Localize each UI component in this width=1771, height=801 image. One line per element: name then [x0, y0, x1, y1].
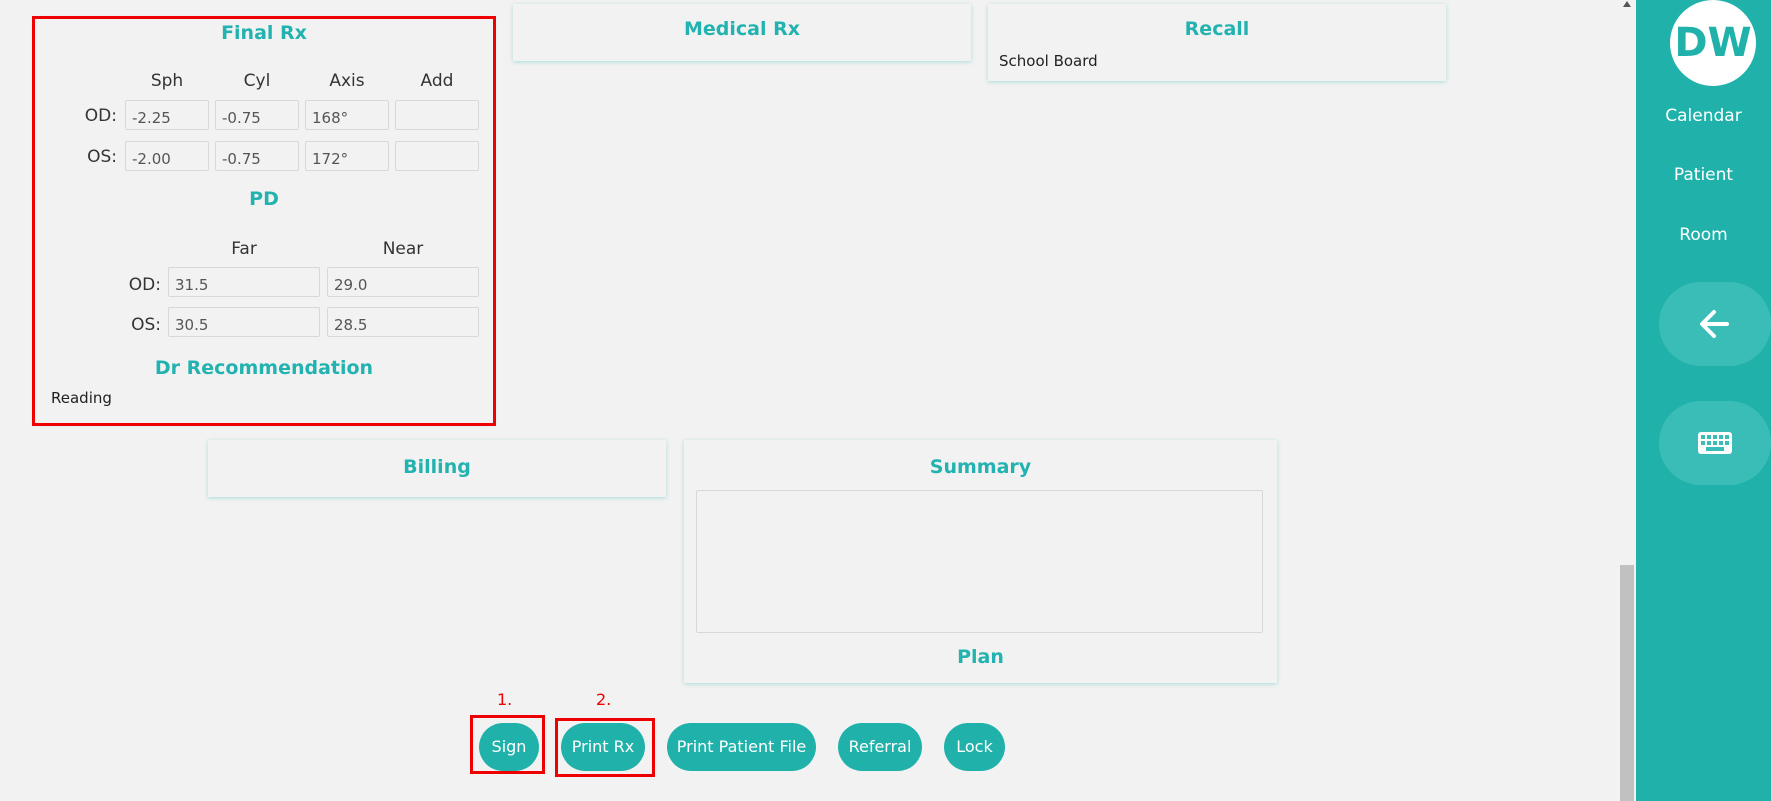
scrollbar-thumb[interactable] — [1620, 565, 1634, 801]
keyboard-button[interactable] — [1659, 401, 1771, 485]
step-marker-2: 2. — [596, 690, 612, 709]
summary-card: Summary Plan — [684, 440, 1277, 683]
final-rx-highlight — [32, 16, 496, 426]
summary-title: Summary — [929, 456, 1032, 478]
medical-rx-title: Medical Rx — [683, 18, 800, 40]
sidebar: DW Calendar Patient Room — [1636, 0, 1771, 801]
scroll-up-icon[interactable] — [1623, 1, 1631, 7]
sign-highlight — [470, 715, 545, 774]
plan-label: Plan — [957, 646, 1004, 668]
print-patient-file-button[interactable]: Print Patient File — [667, 723, 816, 771]
lock-button[interactable]: Lock — [944, 723, 1005, 771]
scrollbar-track[interactable] — [1618, 0, 1636, 801]
sidebar-item-patient[interactable]: Patient — [1636, 165, 1771, 185]
avatar[interactable]: DW — [1670, 0, 1756, 86]
step-marker-1: 1. — [497, 690, 513, 709]
billing-title: Billing — [403, 456, 471, 478]
back-button[interactable] — [1659, 282, 1771, 366]
referral-button[interactable]: Referral — [838, 723, 922, 771]
arrow-left-icon — [1700, 310, 1729, 338]
medical-rx-card[interactable]: Medical Rx — [513, 4, 971, 61]
recall-card[interactable]: Recall School Board — [988, 4, 1446, 81]
billing-card[interactable]: Billing — [208, 440, 666, 497]
print-rx-highlight — [555, 718, 655, 777]
sidebar-item-room[interactable]: Room — [1636, 225, 1771, 245]
recall-title: Recall — [1184, 18, 1250, 40]
sidebar-item-calendar[interactable]: Calendar — [1636, 106, 1771, 126]
keyboard-icon — [1698, 432, 1732, 454]
recall-value: School Board — [999, 52, 1098, 70]
summary-textarea[interactable] — [696, 490, 1263, 633]
